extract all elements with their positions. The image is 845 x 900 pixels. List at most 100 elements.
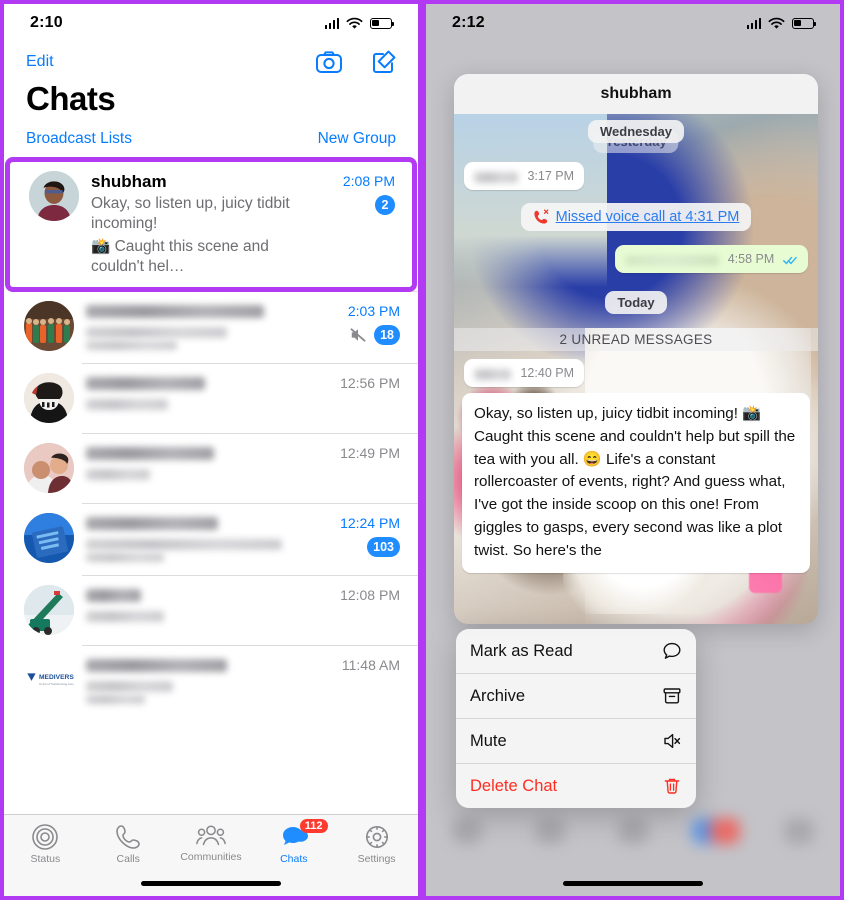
avatar (24, 584, 74, 635)
battery-icon (792, 17, 817, 29)
chat-snippet-line1: Okay, so listen up, juicy tidbit incomin… (91, 195, 290, 233)
chat-time: 2:08 PM (342, 173, 395, 189)
chat-list: shubham Okay, so listen up, juicy tidbit… (4, 157, 418, 717)
new-group-button[interactable]: New Group (318, 130, 396, 148)
svg-text:MEDIVERSAL: MEDIVERSAL (39, 674, 74, 681)
gear-icon (365, 826, 388, 848)
compose-icon[interactable] (372, 50, 396, 74)
message-bubble-incoming[interactable]: 12:40 PM (464, 359, 584, 387)
unread-messages-divider: 2 UNREAD MESSAGES (454, 328, 818, 351)
archive-box-icon (663, 688, 681, 704)
context-menu-item-mute[interactable]: Mute (456, 719, 696, 764)
chat-list-item[interactable]: 12:49 PM (4, 432, 418, 503)
avatar (24, 512, 74, 563)
message-time: 4:58 PM (727, 252, 775, 266)
chats-sublinks: Broadcast Lists New Group (4, 118, 418, 158)
chat-preview-card[interactable]: shubham Yesterday Wednesday 3:17 PM (454, 74, 818, 624)
left-phone-frame: 2:10 Edit Chats Broadcast Lists New Grou… (0, 0, 422, 900)
chat-time: 2:03 PM (347, 302, 400, 319)
mute-speaker-icon (350, 327, 366, 342)
chat-list-item[interactable]: MEDIVERSAL A Unit of Transforming Lives … (4, 644, 418, 717)
avatar: MEDIVERSAL A Unit of Transforming Lives (24, 654, 74, 705)
cellular-signal-icon (324, 17, 339, 29)
day-divider-today: Today (605, 291, 667, 314)
context-menu-label: Delete Chat (470, 776, 558, 795)
status-bar-icons (324, 17, 395, 30)
right-phone-frame: 2:12 shubham Y (422, 0, 844, 900)
missed-call-icon (534, 209, 549, 224)
chat-context-menu: Mark as Read Archive Mute Delete Chat (456, 629, 696, 808)
missed-call-label: Missed voice call at 4:31 PM (555, 209, 740, 225)
chat-thread: Yesterday Wednesday 3:17 PM (454, 114, 818, 624)
unread-badge: 103 (367, 536, 400, 557)
tab-calls[interactable]: Calls (87, 823, 170, 865)
chat-snippet-line2: 📸 Caught this scene and couldn't hel… (91, 237, 269, 276)
chat-time: 12:56 PM (340, 374, 400, 391)
context-menu-label: Archive (470, 686, 526, 705)
message-bubble-incoming[interactable]: 3:17 PM (464, 162, 584, 190)
phone-icon (116, 825, 140, 849)
message-time: 3:17 PM (527, 169, 574, 183)
right-status-bar: 2:12 (426, 4, 840, 42)
tab-label: Communities (180, 851, 242, 863)
chat-time: 12:08 PM (340, 586, 400, 603)
tab-status[interactable]: Status (4, 823, 87, 865)
wifi-icon (768, 17, 785, 29)
wifi-icon (346, 17, 363, 29)
home-indicator (563, 881, 703, 886)
context-menu-label: Mark as Read (470, 641, 573, 660)
bottom-tab-bar: Status Calls Communities Chats 112 Setti… (4, 814, 418, 896)
tab-chats[interactable]: Chats 112 (252, 819, 335, 865)
missed-call-row[interactable]: Missed voice call at 4:31 PM (520, 203, 752, 231)
side-by-side-screenshots: 2:10 Edit Chats Broadcast Lists New Grou… (0, 0, 845, 900)
svg-text:A Unit of Transforming Lives: A Unit of Transforming Lives (39, 682, 74, 686)
avatar (24, 442, 74, 493)
unread-badge: 18 (374, 324, 400, 345)
day-divider-wednesday: Wednesday (587, 120, 685, 143)
avatar (24, 372, 74, 423)
tab-label: Settings (357, 853, 396, 865)
tab-settings[interactable]: Settings (335, 823, 418, 865)
edit-button[interactable]: Edit (26, 53, 54, 71)
message-bubble-long-text[interactable]: Okay, so listen up, juicy tidbit incomin… (462, 393, 810, 573)
message-time: 12:40 PM (520, 366, 574, 380)
tab-label: Chats (280, 853, 308, 865)
chat-list-item-shubham[interactable]: shubham Okay, so listen up, juicy tidbit… (5, 157, 417, 292)
chat-list-item[interactable]: 12:08 PM (4, 574, 418, 645)
status-rings-icon (32, 824, 59, 850)
chat-header-name: shubham (454, 74, 818, 114)
message-bubble-outgoing[interactable]: 4:58 PM (615, 245, 808, 273)
home-indicator (141, 881, 281, 886)
read-ticks-icon (783, 256, 798, 265)
tab-communities[interactable]: Communities (170, 823, 253, 863)
tab-label: Calls (116, 853, 140, 865)
left-status-bar: 2:10 (4, 4, 418, 42)
chat-time: 12:24 PM (340, 514, 400, 531)
cellular-signal-icon (746, 17, 761, 29)
chat-time: 11:48 AM (341, 656, 400, 673)
page-title: Chats (26, 80, 116, 117)
chat-list-item[interactable]: 12:56 PM (4, 362, 418, 433)
chats-tab-badge: 112 (299, 819, 328, 833)
context-menu-label: Mute (470, 731, 507, 750)
status-bar-time: 2:12 (452, 14, 485, 31)
trash-icon (664, 778, 680, 794)
chats-nav-top: Edit (4, 42, 418, 76)
chat-name: shubham (91, 172, 167, 191)
chat-list-item[interactable]: 12:24 PM 103 (4, 502, 418, 575)
avatar (29, 171, 79, 221)
battery-icon (370, 17, 395, 29)
context-menu-item-mark-as-read[interactable]: Mark as Read (456, 629, 696, 674)
status-bar-time: 2:10 (30, 14, 63, 31)
camera-icon[interactable] (316, 51, 342, 73)
context-menu-item-archive[interactable]: Archive (456, 674, 696, 719)
chat-bubble-icon (663, 642, 681, 659)
context-menu-item-delete-chat[interactable]: Delete Chat (456, 764, 696, 808)
avatar (24, 300, 74, 351)
communities-icon (196, 825, 226, 846)
broadcast-lists-button[interactable]: Broadcast Lists (26, 130, 132, 148)
chat-list-item[interactable]: 2:03 PM 18 (4, 290, 418, 363)
tab-label: Status (30, 853, 61, 865)
status-bar-icons (746, 17, 817, 30)
unread-badge: 2 (375, 195, 395, 215)
